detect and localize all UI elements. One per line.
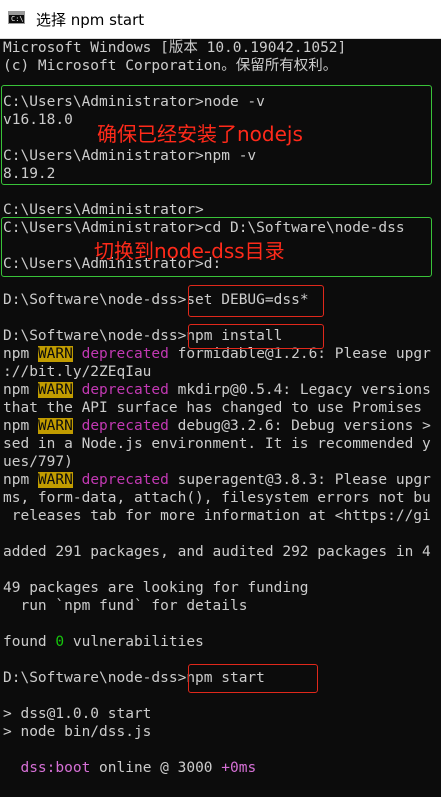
annotation-dir-note: 切换到node-dss目录 bbox=[94, 239, 285, 263]
console-line: Microsoft Windows [版本 10.0.19042.1052] bbox=[3, 40, 347, 56]
console-line: (c) Microsoft Corporation。保留所有权利。 bbox=[3, 58, 338, 74]
message: found bbox=[3, 634, 56, 650]
console-line: 49 packages are looking for funding bbox=[3, 580, 309, 596]
npm-label: npm bbox=[3, 472, 30, 488]
deprecated-label: deprecated bbox=[81, 418, 169, 434]
console-line: found 0 vulnerabilities bbox=[3, 633, 204, 651]
npm-start-highlight-box bbox=[188, 664, 318, 693]
console-line: ://bit.ly/2ZEqIau bbox=[3, 364, 152, 380]
console-line: run `npm fund` for details bbox=[3, 598, 248, 614]
annotation-node-note: 确保已经安装了nodejs bbox=[97, 122, 303, 146]
console-line: > dss@1.0.0 start bbox=[3, 706, 152, 722]
npm-label: npm bbox=[3, 382, 30, 398]
prompt: D:\Software\node-dss> bbox=[3, 670, 187, 686]
set-debug-highlight-box bbox=[188, 285, 324, 317]
debug-namespace: dss:boot bbox=[20, 760, 91, 776]
debug-timing: +0ms bbox=[221, 760, 257, 776]
console-line: sed in a Node.js environment. It is reco… bbox=[3, 436, 431, 452]
console-line: releases tab for more information at <ht… bbox=[3, 508, 431, 524]
console-line: ues/797) bbox=[3, 454, 73, 470]
console-output[interactable]: Microsoft Windows [版本 10.0.19042.1052] (… bbox=[0, 39, 441, 797]
console-line: npm WARN deprecated superagent@3.8.3: Pl… bbox=[3, 471, 431, 489]
npm-label: npm bbox=[3, 418, 30, 434]
console-line: ms, form-data, attach(), filesystem erro… bbox=[3, 490, 431, 506]
console-line: added 291 packages, and audited 292 pack… bbox=[3, 544, 431, 560]
console-line: npm WARN deprecated mkdirp@0.5.4: Legacy… bbox=[3, 381, 431, 399]
warn-badge: WARN bbox=[37, 382, 73, 398]
vulnerability-count: 0 bbox=[55, 634, 65, 650]
warn-badge: WARN bbox=[37, 472, 73, 488]
title-bar[interactable]: C:\ 选择 npm start bbox=[0, 0, 441, 39]
console-app-icon: C:\ bbox=[8, 11, 25, 24]
message: mkdirp@0.5.4: Legacy versions bbox=[168, 382, 431, 398]
deprecated-label: deprecated bbox=[81, 346, 169, 362]
message: debug@3.2.6: Debug versions > bbox=[168, 418, 431, 434]
window-title: 选择 npm start bbox=[36, 11, 145, 29]
console-line: npm WARN deprecated debug@3.2.6: Debug v… bbox=[3, 417, 431, 435]
warn-badge: WARN bbox=[37, 346, 73, 362]
message: vulnerabilities bbox=[64, 634, 204, 650]
console-line: that the API surface has changed to use … bbox=[3, 400, 423, 416]
npm-label: npm bbox=[3, 346, 30, 362]
prompt: D:\Software\node-dss> bbox=[3, 292, 187, 308]
prompt: D:\Software\node-dss> bbox=[3, 328, 187, 344]
message: superagent@3.8.3: Please upgr bbox=[168, 472, 431, 488]
console-line: dss:boot online @ 3000 +0ms bbox=[3, 759, 256, 777]
npm-install-highlight-box bbox=[188, 324, 324, 349]
deprecated-label: deprecated bbox=[81, 382, 169, 398]
warn-badge: WARN bbox=[37, 418, 73, 434]
deprecated-label: deprecated bbox=[81, 472, 169, 488]
message: online @ 3000 bbox=[90, 760, 222, 776]
console-line: > node bin/dss.js bbox=[3, 724, 152, 740]
